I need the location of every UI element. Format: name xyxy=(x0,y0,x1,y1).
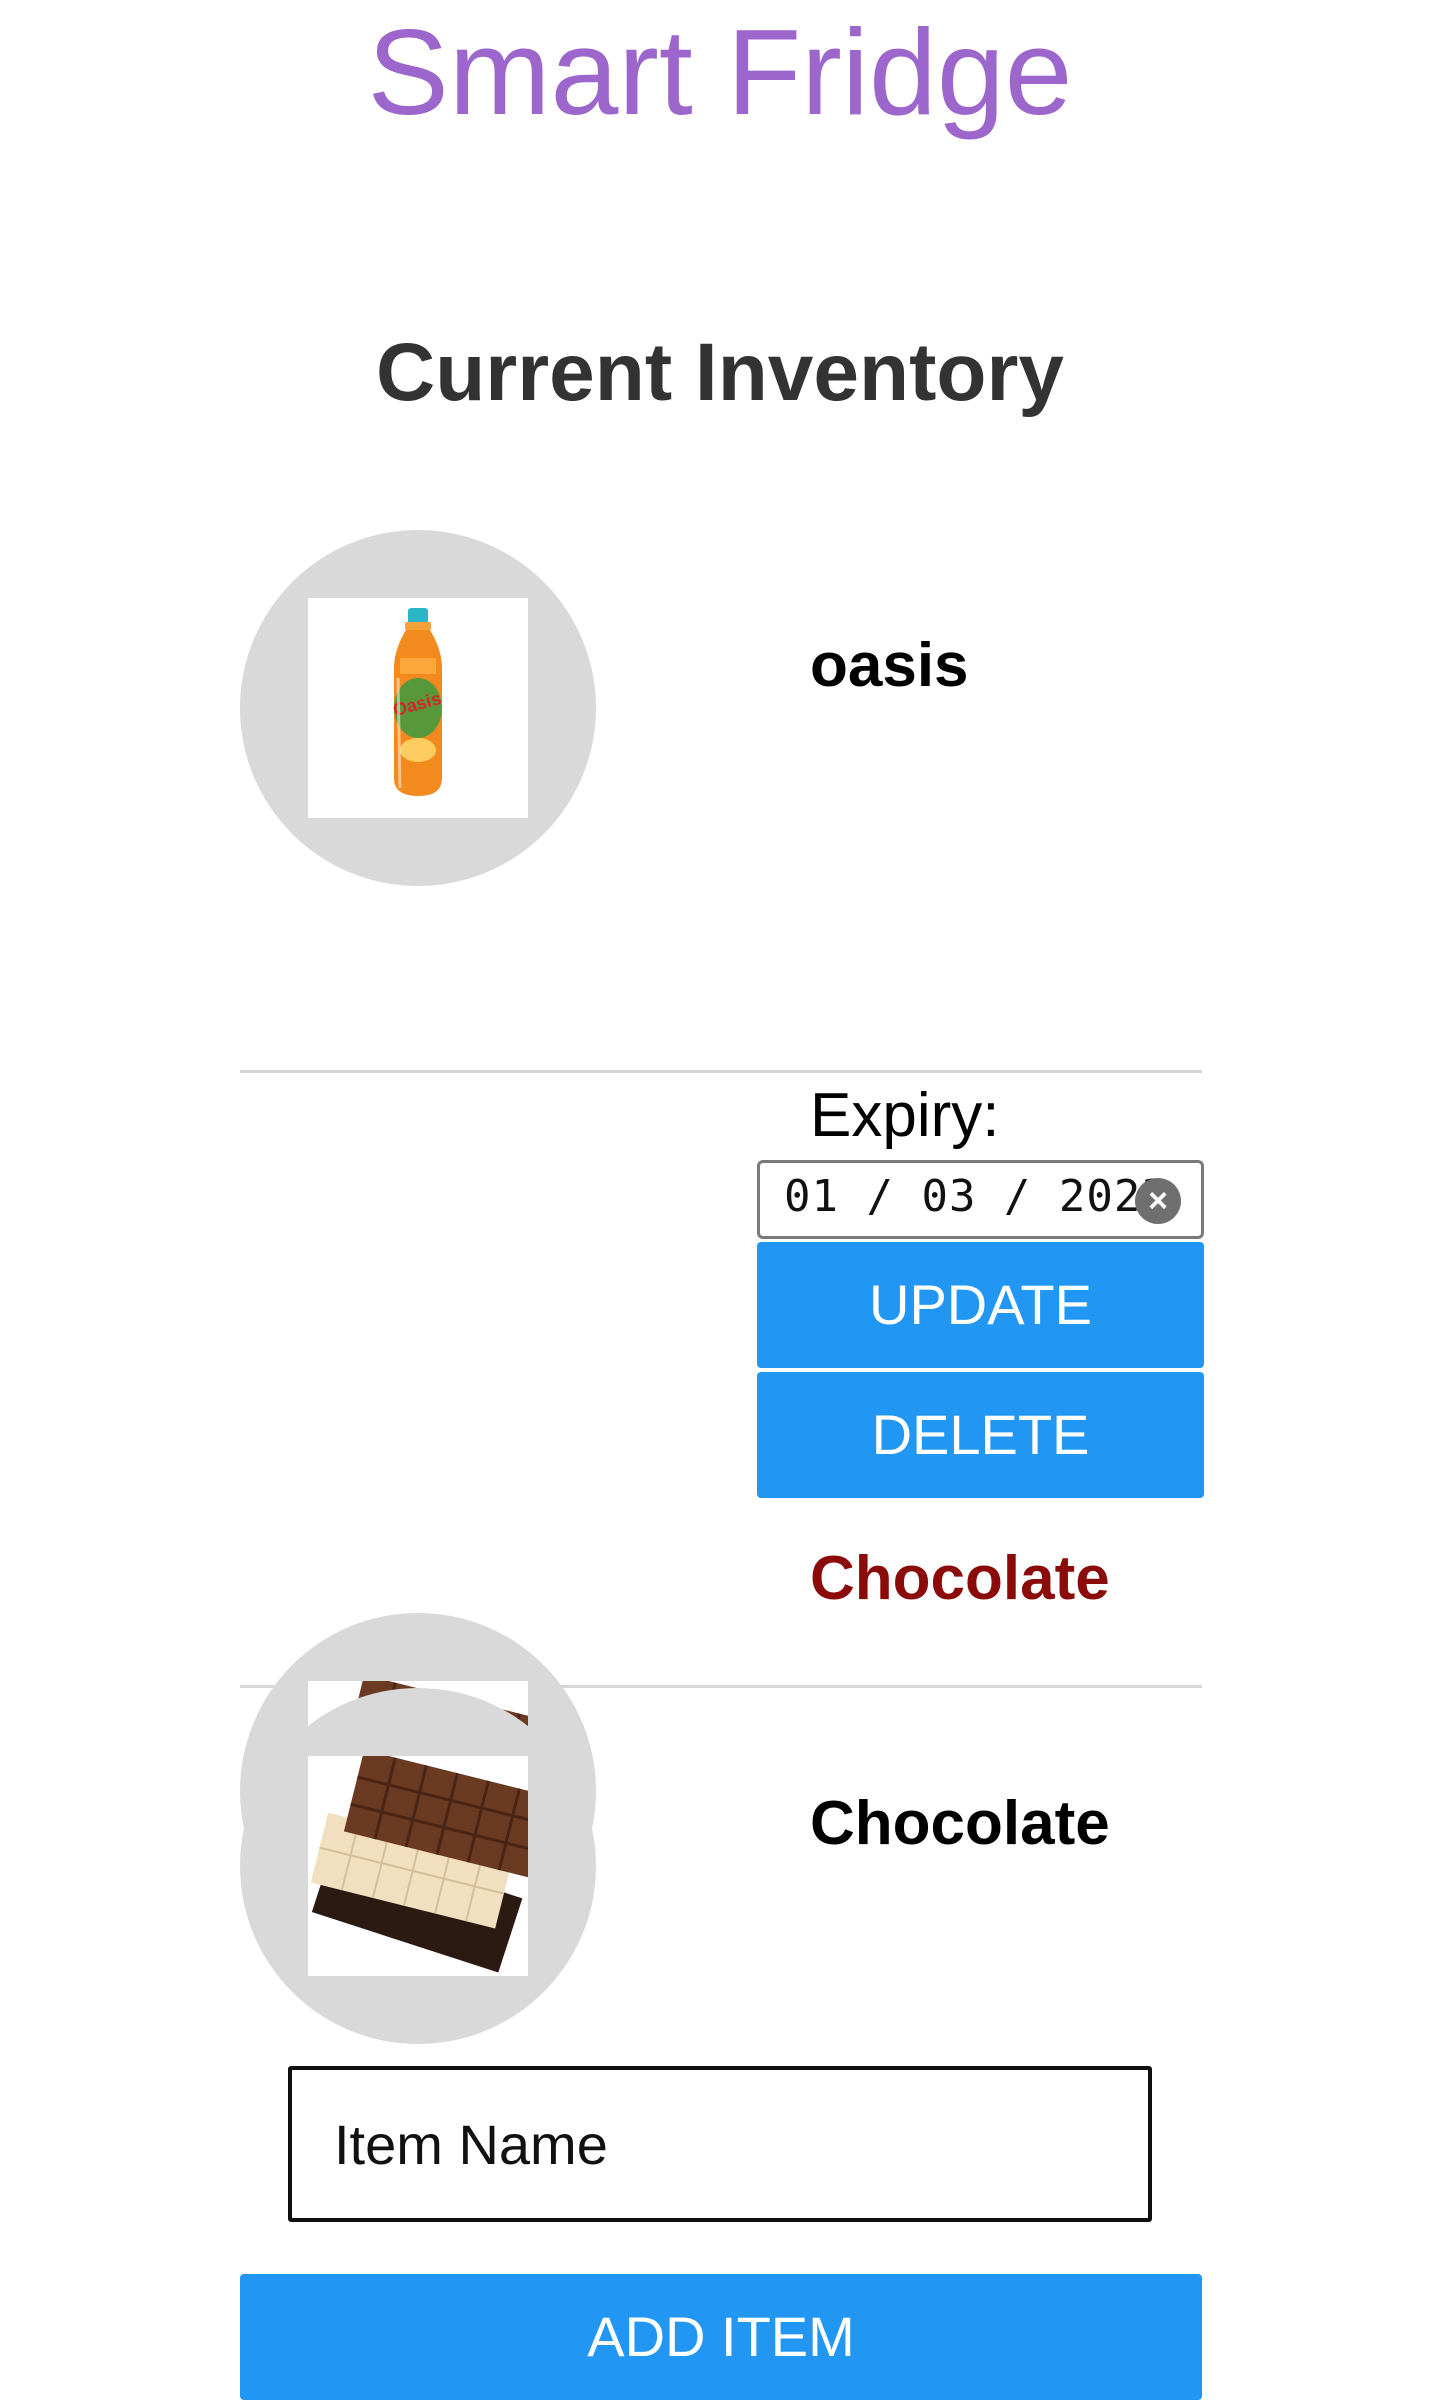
item-name-input[interactable] xyxy=(292,2070,1148,2218)
item-avatar: Oasis xyxy=(240,530,596,886)
chocolate-bars-image xyxy=(308,1756,528,1976)
close-circle-icon[interactable]: × xyxy=(1135,1178,1181,1224)
delete-button[interactable]: DELETE xyxy=(757,1372,1204,1498)
oasis-bottle-image: Oasis xyxy=(308,598,528,818)
expiry-label: Expiry: xyxy=(810,1081,1000,1150)
add-item-button[interactable]: ADD ITEM xyxy=(240,2274,1202,2400)
list-item[interactable]: Oasis oasis xyxy=(240,530,1202,1073)
item-name: Chocolate xyxy=(810,1544,1110,1613)
item-avatar xyxy=(240,1688,596,2044)
expiry-date-value: 01 / 03 / 2023 xyxy=(784,1171,1169,1222)
inventory-heading: Current Inventory xyxy=(376,327,1064,418)
item-name-field[interactable] xyxy=(288,2066,1152,2222)
update-button[interactable]: UPDATE xyxy=(757,1242,1204,1368)
app-title: Smart Fridge xyxy=(367,4,1073,140)
item-name: oasis xyxy=(810,631,969,700)
smart-fridge-page: Smart Fridge Current Inventory Oasis oas… xyxy=(0,0,1440,2400)
item-name: Chocolate xyxy=(810,1789,1110,1858)
expiry-date-input[interactable]: 01 / 03 / 2023 × xyxy=(757,1160,1204,1239)
